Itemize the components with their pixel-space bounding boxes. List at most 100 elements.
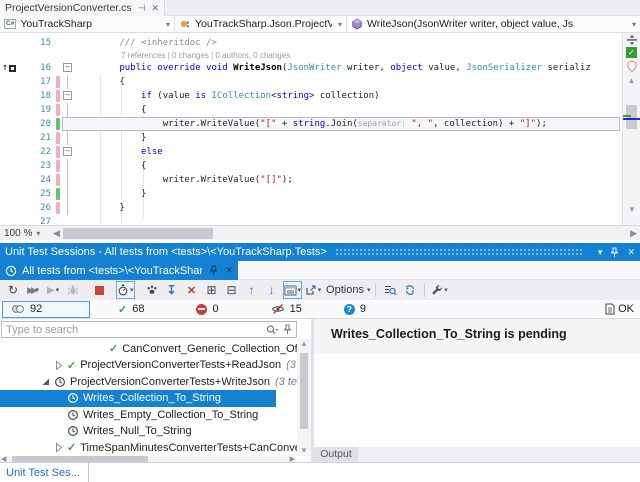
run-all-tests-icon[interactable]: ▶▶ ▾	[24, 281, 42, 299]
counter-ignored[interactable]: 15	[271, 303, 302, 315]
pin-icon[interactable]	[209, 265, 218, 276]
gutter-cell[interactable]	[0, 159, 19, 173]
gutter-cell[interactable]	[0, 36, 19, 50]
test-tree-item[interactable]: ✓ProjectVersionConverterTests+ReadJson(3…	[0, 357, 296, 374]
code-line-24[interactable]: 24 writer.WriteValue("[]");	[0, 173, 622, 187]
code-line-27[interactable]: 27	[0, 215, 622, 225]
scroll-right-icon[interactable]: ▶	[627, 228, 640, 239]
gutter-cell[interactable]	[0, 117, 19, 131]
test-tree-item[interactable]: ProjectVersionConverterTests+WriteJson(3…	[0, 373, 296, 390]
code-line-26[interactable]: 26 }	[0, 201, 622, 215]
search-tests-icon[interactable]	[381, 281, 399, 299]
close-icon[interactable]: ✕	[152, 3, 160, 14]
repeat-previous-run-icon[interactable]: ↻	[4, 281, 22, 299]
gutter-cell[interactable]	[0, 75, 19, 89]
remove-tests-icon[interactable]: ✕	[183, 281, 201, 299]
code-line-19[interactable]: 19 {	[0, 103, 622, 117]
close-icon[interactable]: ✕	[225, 265, 233, 276]
counter-passed[interactable]: ✓68	[118, 303, 144, 316]
gutter-cell[interactable]	[0, 103, 19, 117]
window-position-icon[interactable]: ▾	[598, 247, 603, 258]
session-tab[interactable]: All tests from <tests>\<YouTrackSharp.Te…	[0, 261, 238, 280]
tree-vertical-scrollbar[interactable]: ▲ ▼	[297, 339, 311, 456]
fold-collapse-icon[interactable]: –	[62, 61, 76, 75]
tool-window-title-bar[interactable]: Unit Test Sessions - All tests from <tes…	[0, 243, 640, 261]
expander-collapsed-icon[interactable]	[53, 442, 64, 453]
options-button[interactable]: Options▾	[324, 281, 370, 299]
code-line-22[interactable]: 22– else	[0, 145, 622, 159]
code-editor[interactable]: 15 /// <inheritdoc />7 references | 0 ch…	[0, 33, 622, 225]
track-running-test-icon[interactable]	[143, 281, 161, 299]
search-icon[interactable]	[265, 324, 279, 336]
run-selected-tests-icon[interactable]: ▶▾	[44, 281, 62, 299]
previous-test-icon[interactable]: ↑	[243, 281, 261, 299]
gutter-cell[interactable]: ↑	[0, 61, 19, 75]
pin-icon[interactable]: ⊣	[138, 3, 146, 14]
debug-tests-icon[interactable]	[64, 281, 82, 299]
gutter-cell[interactable]	[0, 173, 19, 187]
fold-collapse-icon[interactable]: –	[62, 89, 76, 103]
test-tree-item[interactable]: ✓CanConvert_Generic_Collection_Of_String…	[0, 340, 296, 357]
expander-collapsed-icon[interactable]	[53, 360, 64, 371]
collapse-all-icon[interactable]: ⊟	[223, 281, 241, 299]
scrollbar-thumb[interactable]	[63, 228, 213, 239]
code-line-23[interactable]: 23 {	[0, 159, 622, 173]
test-tree-item[interactable]: Writes_Collection_To_String	[0, 390, 276, 407]
auto-repeat-tests-icon[interactable]: ▾	[116, 281, 135, 299]
stop-execution-icon[interactable]	[90, 281, 108, 299]
next-test-icon[interactable]: ↓	[263, 281, 281, 299]
code-line-25[interactable]: 25 }	[0, 187, 622, 201]
tab-unit-test-sessions[interactable]: Unit Test Ses...	[0, 463, 89, 482]
unit-testing-settings-icon[interactable]: ▾	[430, 281, 448, 299]
scroll-down-icon[interactable]: ▼	[623, 205, 640, 214]
close-icon[interactable]: ✕	[627, 247, 635, 258]
gutter-cell[interactable]	[0, 131, 19, 145]
gutter-cell[interactable]	[0, 89, 19, 103]
code-line-20[interactable]: 20 writer.WriteValue("[" + string.Join(s…	[0, 117, 622, 131]
refresh-session-icon[interactable]	[401, 281, 419, 299]
export-icon[interactable]: ▾	[304, 281, 322, 299]
fold-collapse-icon[interactable]: –	[62, 145, 76, 159]
append-tests-icon[interactable]: ↧	[163, 281, 181, 299]
gutter-cell[interactable]	[0, 187, 19, 201]
zoom-selector[interactable]: 100 % ▾	[0, 228, 50, 239]
counter-pending[interactable]: ?9	[344, 303, 366, 315]
test-tree-item[interactable]: Writes_Empty_Collection_To_String	[0, 406, 296, 423]
group-by-icon[interactable]: ▾	[283, 281, 303, 299]
scroll-down-icon[interactable]: ▼	[297, 446, 311, 456]
code-line-18[interactable]: 18– if (value is ICollection<string> col…	[0, 89, 622, 103]
split-window-handle-icon[interactable]	[623, 33, 640, 45]
test-tree-item[interactable]: ✓TimeSpanMinutesConverterTests+CanConver…	[0, 439, 296, 456]
type-dropdown[interactable]: YouTrackSharp.Json.ProjectVersionConvert…	[175, 16, 347, 32]
scrollbar-thumb[interactable]	[626, 105, 637, 129]
code-line-17[interactable]: 17 {	[0, 75, 622, 89]
counter-total[interactable]: 92	[2, 301, 90, 318]
output-area[interactable]	[314, 353, 640, 447]
pin-icon[interactable]	[283, 324, 292, 335]
gutter-cell[interactable]	[0, 145, 19, 159]
code-line-21[interactable]: 21 }	[0, 131, 622, 145]
project-dropdown[interactable]: C# YouTrackSharp ▾	[0, 16, 175, 32]
horizontal-scrollbar[interactable]	[63, 228, 625, 239]
document-tab[interactable]: ProjectVersionConverter.cs ⊣ ✕	[0, 0, 165, 16]
gutter-cell[interactable]	[0, 215, 19, 225]
codelens-indicator[interactable]: 7 references | 0 changes | 0 authors, 0 …	[0, 50, 622, 61]
editor-scrollbar[interactable]: ✓ ▲ ▼	[622, 33, 640, 225]
tab-output[interactable]: Output	[314, 447, 358, 462]
scroll-left-icon[interactable]: ◀	[50, 228, 63, 239]
override-marker-icon[interactable]: ↑	[2, 63, 16, 73]
code-line-15[interactable]: 15 /// <inheritdoc />	[0, 36, 622, 50]
scrollbar-thumb[interactable]	[300, 353, 308, 429]
scroll-up-icon[interactable]: ▲	[297, 339, 311, 349]
gutter-cell[interactable]	[0, 201, 19, 215]
pin-icon[interactable]	[610, 247, 619, 258]
counter-failed[interactable]: 0	[196, 303, 218, 315]
code-line-16[interactable]: ↑16– public override void WriteJson(Json…	[0, 61, 622, 75]
solution-analysis-shield-icon[interactable]	[623, 60, 640, 73]
scroll-up-icon[interactable]: ▲	[623, 73, 640, 85]
file-analysis-ok-icon[interactable]: ✓	[626, 47, 637, 58]
search-input[interactable]	[2, 324, 265, 336]
member-dropdown[interactable]: WriteJson(JsonWriter writer, object valu…	[347, 16, 640, 32]
expand-all-icon[interactable]: ⊞	[203, 281, 221, 299]
test-tree-item[interactable]: Writes_Null_To_String	[0, 423, 296, 440]
